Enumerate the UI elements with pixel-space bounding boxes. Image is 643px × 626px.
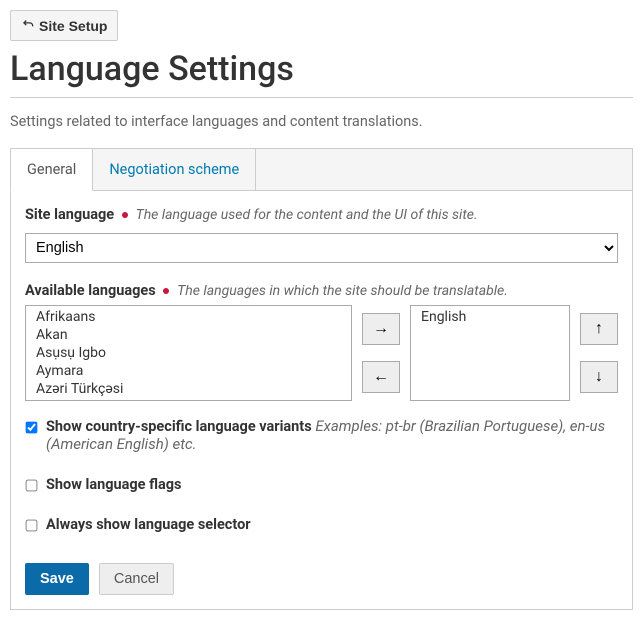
arrow-left-icon: ← (373, 368, 389, 386)
arrow-right-icon: → (373, 320, 389, 338)
list-item[interactable]: English (411, 308, 569, 326)
form-actions: Save Cancel (25, 563, 618, 595)
available-languages-label: Available languages (25, 282, 156, 299)
move-right-button[interactable]: → (362, 313, 400, 345)
site-language-select[interactable]: English (25, 233, 618, 263)
always-selector-label: Always show language selector (46, 516, 251, 533)
cancel-button[interactable]: Cancel (99, 563, 174, 595)
language-transfer-widget: Afrikaans Akan Asụsụ Igbo Aymara Azəri T… (25, 305, 618, 401)
tabs-bar: General Negotiation scheme (10, 148, 633, 191)
page-description: Settings related to interface languages … (10, 113, 633, 130)
site-language-help: The language used for the content and th… (136, 207, 478, 223)
list-item[interactable]: Asụsụ Igbo (26, 344, 351, 362)
required-dot-icon (163, 288, 169, 294)
variants-checkbox[interactable] (26, 422, 38, 434)
variants-label: Show country-specific language variants (46, 418, 312, 435)
tab-negotiation-label: Negotiation scheme (109, 161, 239, 178)
tab-general-label: General (27, 161, 76, 178)
list-item[interactable]: Aymara (26, 362, 351, 380)
tab-general[interactable]: General (10, 148, 93, 191)
list-item[interactable]: Afrikaans (26, 308, 351, 326)
site-language-field: Site language The language used for the … (25, 205, 618, 223)
tab-negotiation-scheme[interactable]: Negotiation scheme (92, 148, 256, 191)
available-languages-source-list[interactable]: Afrikaans Akan Asụsụ Igbo Aymara Azəri T… (25, 305, 352, 401)
reorder-buttons: ↑ ↓ (580, 305, 618, 401)
back-to-site-setup-button[interactable]: Site Setup (10, 10, 118, 41)
required-dot-icon (122, 212, 128, 218)
list-item[interactable]: Akan (26, 326, 351, 344)
move-left-button[interactable]: ← (362, 361, 400, 393)
available-languages-help: The languages in which the site should b… (177, 283, 508, 299)
site-language-label: Site language (25, 206, 114, 223)
list-item[interactable]: Azəri Türkçəsi (26, 380, 351, 398)
back-button-label: Site Setup (39, 18, 107, 34)
variants-option: Show country-specific language variants … (25, 417, 618, 453)
transfer-buttons: → ← (362, 305, 400, 401)
save-button[interactable]: Save (25, 563, 89, 595)
move-down-button[interactable]: ↓ (580, 361, 618, 393)
arrow-up-icon: ↑ (595, 320, 603, 338)
arrow-down-icon: ↓ (595, 368, 603, 386)
move-up-button[interactable]: ↑ (580, 313, 618, 345)
title-divider (10, 97, 633, 98)
flags-option: Show language flags (25, 475, 618, 493)
return-icon (21, 17, 35, 34)
always-selector-checkbox[interactable] (26, 520, 38, 532)
flags-label: Show language flags (46, 476, 181, 493)
always-selector-option: Always show language selector (25, 515, 618, 533)
flags-checkbox[interactable] (26, 480, 38, 492)
page-title: Language Settings (10, 49, 633, 89)
general-pane: Site language The language used for the … (10, 190, 633, 610)
available-languages-field: Available languages The languages in whi… (25, 281, 618, 299)
available-languages-target-list[interactable]: English (410, 305, 570, 401)
